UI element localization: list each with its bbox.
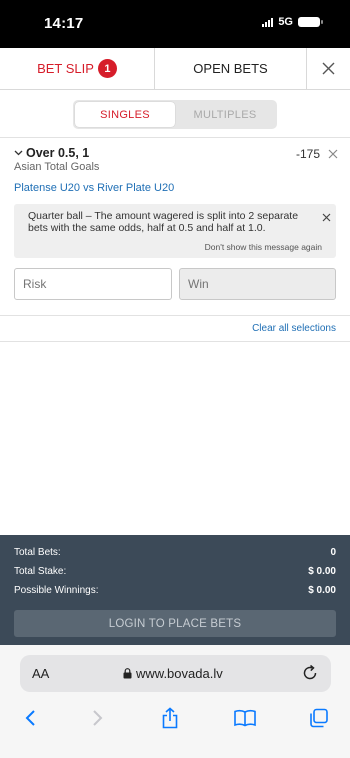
battery-icon bbox=[298, 17, 323, 27]
total-bets-value: 0 bbox=[330, 547, 336, 558]
signal-icon bbox=[262, 17, 274, 27]
login-to-place-bets-button[interactable]: LOGIN TO PLACE BETS bbox=[14, 610, 336, 637]
selection-odds: -175 bbox=[295, 147, 320, 161]
close-betslip-button[interactable] bbox=[307, 48, 350, 89]
possible-winnings-row: Possible Winnings: $ 0.00 bbox=[14, 585, 336, 596]
tabs-button[interactable] bbox=[304, 703, 334, 733]
lock-icon bbox=[123, 668, 132, 679]
remove-selection-button[interactable] bbox=[328, 146, 338, 164]
selection-title[interactable]: Over 0.5, 1 bbox=[14, 146, 89, 160]
text-size-button[interactable]: AA bbox=[32, 666, 49, 681]
forward-button[interactable] bbox=[83, 703, 113, 733]
reload-icon bbox=[303, 664, 317, 680]
reload-button[interactable] bbox=[301, 664, 319, 687]
tab-bet-slip-label: BET SLIP bbox=[37, 61, 94, 76]
possible-winnings-value: $ 0.00 bbox=[308, 585, 336, 596]
back-button[interactable] bbox=[15, 703, 45, 733]
selection-name: Over 0.5, 1 bbox=[26, 146, 90, 160]
quarter-ball-notice: Quarter ball – The amount wagered is spl… bbox=[14, 204, 336, 258]
url-display[interactable]: www.bovada.lv bbox=[123, 666, 223, 681]
bookmarks-icon bbox=[234, 710, 256, 727]
selection-market: Asian Total Goals bbox=[14, 161, 100, 173]
betslip-tabs: BET SLIP 1 OPEN BETS bbox=[0, 48, 350, 90]
close-icon bbox=[322, 213, 331, 222]
singles-option[interactable]: SINGLES bbox=[75, 102, 175, 127]
divider bbox=[0, 341, 350, 342]
network-label: 5G bbox=[278, 16, 293, 28]
total-bets-label: Total Bets: bbox=[14, 547, 61, 558]
divider bbox=[0, 315, 350, 316]
total-stake-label: Total Stake: bbox=[14, 566, 67, 577]
multiples-option[interactable]: MULTIPLES bbox=[175, 102, 275, 127]
share-button[interactable] bbox=[155, 703, 185, 733]
forward-icon bbox=[93, 710, 103, 726]
notice-text: Quarter ball – The amount wagered is spl… bbox=[28, 210, 299, 234]
bet-count-badge: 1 bbox=[97, 59, 117, 78]
total-stake-value: $ 0.00 bbox=[308, 566, 336, 577]
possible-winnings-label: Possible Winnings: bbox=[14, 585, 99, 596]
tab-open-bets[interactable]: OPEN BETS bbox=[154, 48, 307, 89]
selection-event-link[interactable]: Platense U20 vs River Plate U20 bbox=[14, 182, 174, 194]
total-bets-row: Total Bets: 0 bbox=[14, 547, 336, 558]
tabs-icon bbox=[310, 708, 328, 728]
bet-summary-panel: Total Bets: 0 Total Stake: $ 0.00 Possib… bbox=[0, 535, 350, 645]
risk-input[interactable] bbox=[14, 268, 172, 300]
browser-nav-bar bbox=[0, 703, 350, 733]
close-notice-button[interactable] bbox=[322, 209, 331, 227]
total-stake-row: Total Stake: $ 0.00 bbox=[14, 566, 336, 577]
status-bar: 14:17 5G bbox=[0, 0, 350, 48]
bet-type-switch: SINGLES MULTIPLES bbox=[73, 100, 277, 129]
tab-open-bets-label: OPEN BETS bbox=[193, 61, 268, 76]
dont-show-again-link[interactable]: Don't show this message again bbox=[205, 242, 322, 252]
status-time: 14:17 bbox=[44, 15, 84, 32]
status-indicators: 5G bbox=[262, 16, 323, 28]
share-icon bbox=[162, 707, 178, 729]
win-input[interactable] bbox=[179, 268, 336, 300]
chevron-down-icon bbox=[14, 150, 23, 156]
clear-all-selections-link[interactable]: Clear all selections bbox=[252, 323, 336, 334]
url-text: www.bovada.lv bbox=[136, 666, 223, 681]
text-size-label: AA bbox=[32, 666, 50, 681]
close-icon bbox=[328, 149, 338, 159]
divider bbox=[0, 137, 350, 138]
bookmarks-button[interactable] bbox=[230, 703, 260, 733]
tab-bet-slip[interactable]: BET SLIP 1 bbox=[0, 48, 154, 89]
address-bar[interactable]: AA www.bovada.lv bbox=[20, 655, 331, 692]
close-icon bbox=[322, 62, 335, 75]
back-icon bbox=[25, 710, 35, 726]
browser-toolbar: AA www.bovada.lv bbox=[0, 645, 350, 758]
